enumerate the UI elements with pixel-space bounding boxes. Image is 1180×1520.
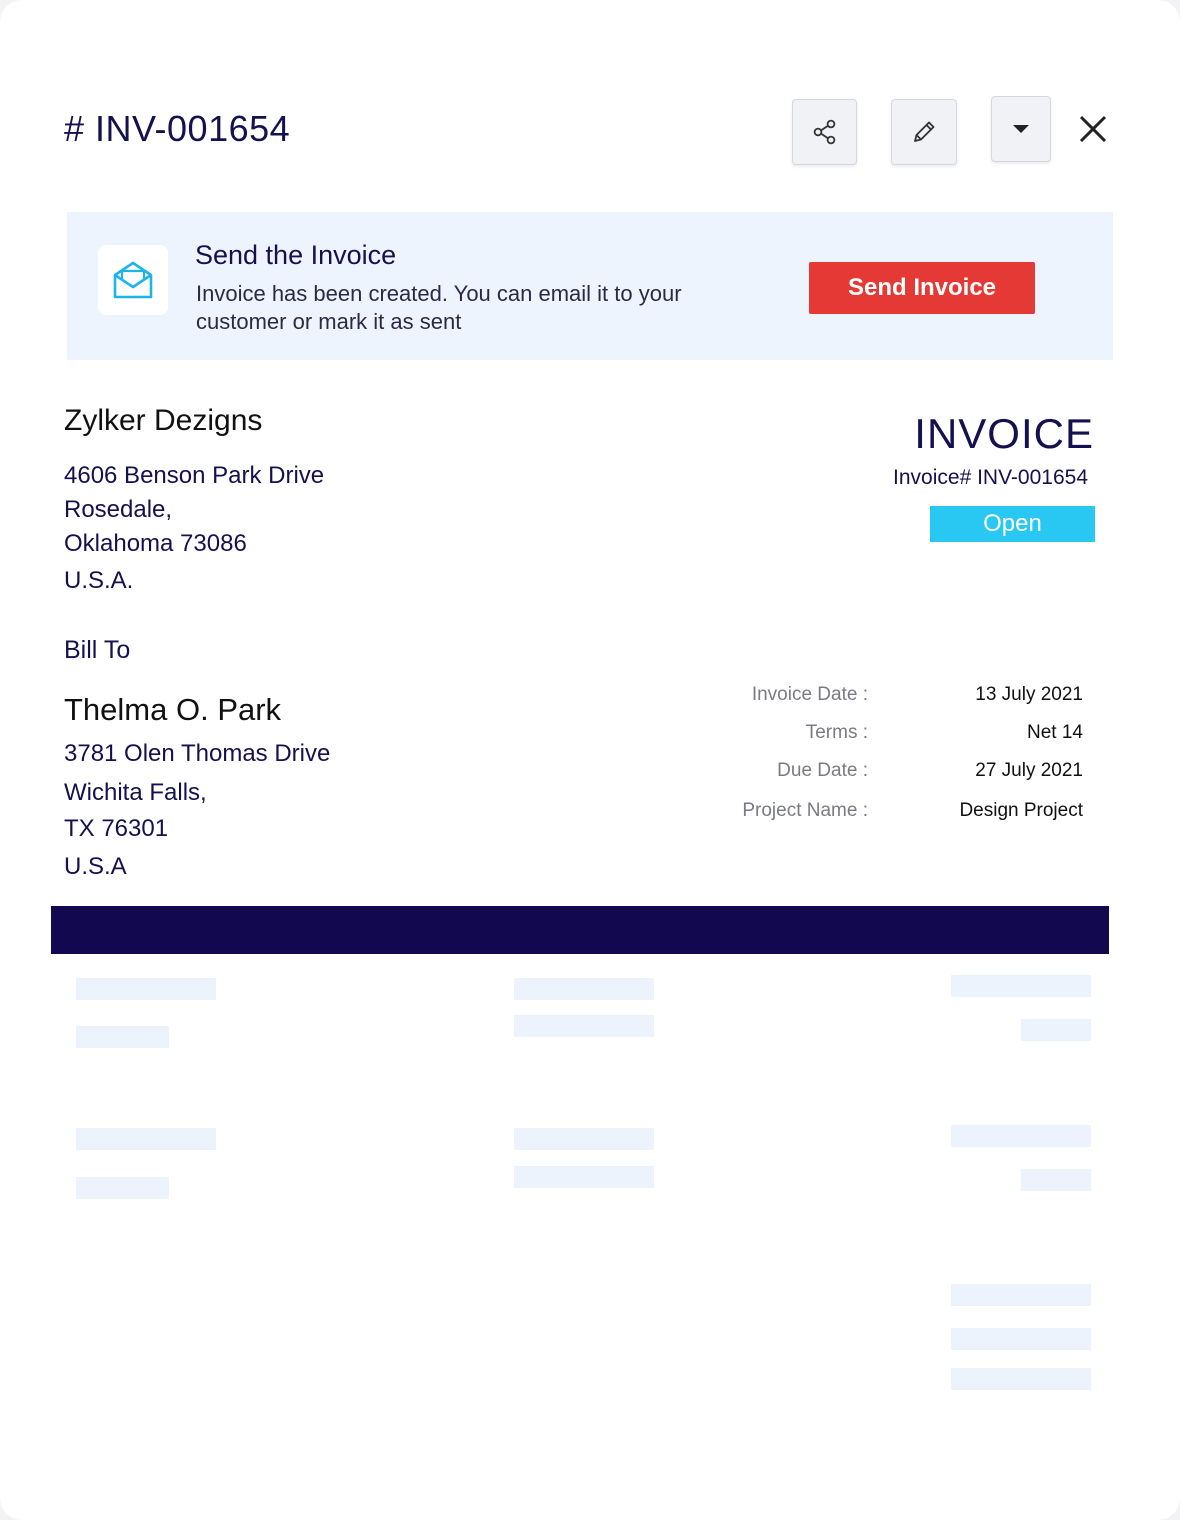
company-address-line: 4606 Benson Park Drive — [64, 462, 325, 489]
bill-to-label: Bill To — [64, 636, 131, 664]
skeleton-placeholder — [514, 1015, 654, 1037]
customer-name: Thelma O. Park — [64, 692, 282, 727]
due-date-label: Due Date : — [777, 760, 868, 781]
skeleton-placeholder — [951, 1328, 1091, 1350]
customer-address-line: 3781 Olen Thomas Drive — [64, 740, 331, 767]
open-envelope-icon — [113, 261, 153, 299]
close-button[interactable] — [1072, 108, 1114, 150]
company-address-line: Rosedale, — [64, 496, 173, 523]
skeleton-placeholder — [76, 1128, 216, 1150]
banner-message: Invoice has been created. You can email … — [196, 280, 756, 336]
skeleton-placeholder — [951, 975, 1091, 997]
terms-value: Net 14 — [1027, 722, 1083, 743]
invoice-number: Invoice# INV-001654 — [893, 466, 1088, 489]
status-badge: Open — [930, 506, 1095, 542]
customer-address-line: Wichita Falls, — [64, 779, 207, 806]
project-name-value: Design Project — [959, 800, 1083, 821]
customer-address-line: TX 76301 — [64, 815, 169, 842]
invoice-date-value: 13 July 2021 — [975, 684, 1083, 705]
invoice-heading: INVOICE — [914, 410, 1094, 457]
invoice-date-label: Invoice Date : — [751, 684, 868, 705]
more-options-button[interactable] — [991, 96, 1051, 162]
close-icon — [1079, 115, 1107, 143]
edit-button[interactable] — [891, 99, 957, 165]
company-address-line: Oklahoma 73086 — [64, 530, 247, 557]
company-address-line: U.S.A. — [64, 567, 134, 594]
share-icon — [813, 119, 835, 145]
project-name-label: Project Name : — [742, 800, 868, 821]
skeleton-placeholder — [1021, 1019, 1091, 1041]
skeleton-placeholder — [76, 1026, 169, 1048]
skeleton-placeholder — [514, 1166, 654, 1188]
skeleton-placeholder — [951, 1368, 1091, 1390]
skeleton-placeholder — [514, 1128, 654, 1150]
items-table-header — [51, 906, 1109, 954]
skeleton-placeholder — [1021, 1169, 1091, 1191]
skeleton-placeholder — [951, 1125, 1091, 1147]
share-button[interactable] — [792, 99, 857, 165]
terms-label: Terms : — [805, 722, 868, 743]
due-date-value: 27 July 2021 — [975, 760, 1083, 781]
page-title: # INV-001654 — [64, 108, 291, 149]
banner-icon-container — [98, 245, 168, 315]
skeleton-placeholder — [951, 1284, 1091, 1306]
skeleton-placeholder — [76, 978, 216, 1000]
send-invoice-banner: Send the Invoice Invoice has been create… — [67, 212, 1113, 360]
skeleton-placeholder — [514, 978, 654, 1000]
banner-message-line-2: customer or mark it as sent — [196, 309, 462, 334]
banner-title: Send the Invoice — [195, 240, 397, 270]
pencil-icon — [914, 121, 935, 142]
customer-address-line: U.S.A — [64, 853, 127, 880]
send-invoice-button[interactable]: Send Invoice — [809, 262, 1035, 314]
company-name: Zylker Dezigns — [64, 404, 263, 437]
banner-message-line-1: Invoice has been created. You can email … — [196, 281, 682, 306]
caret-down-icon — [1013, 125, 1029, 133]
invoice-panel: # INV-001654 Send the Invoice Invoice ha… — [0, 0, 1180, 1520]
skeleton-placeholder — [76, 1177, 169, 1199]
